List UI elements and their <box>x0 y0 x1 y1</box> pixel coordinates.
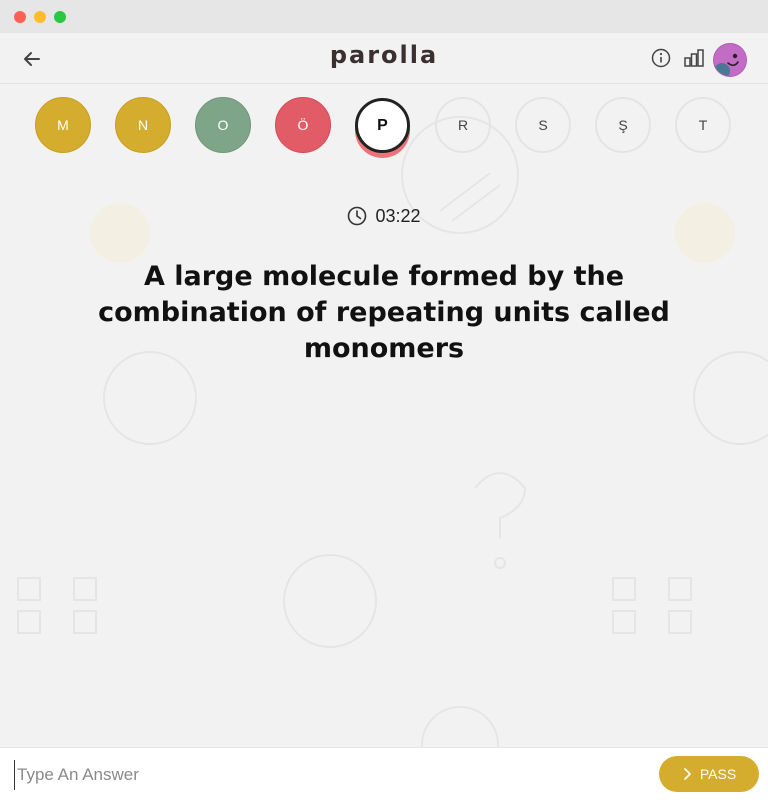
letter-o[interactable]: O <box>195 97 251 153</box>
title-bar <box>0 0 768 33</box>
letter-label: Ş <box>618 117 628 133</box>
clock-icon <box>348 206 367 226</box>
minimize-window-button[interactable] <box>34 11 46 23</box>
close-window-button[interactable] <box>14 11 26 23</box>
letter-label: O <box>217 117 229 133</box>
timer-value: 03:22 <box>375 205 421 226</box>
letter-o-umlaut[interactable]: Ö <box>275 97 331 153</box>
countdown-timer: 03:22 <box>0 204 768 228</box>
letter-n[interactable]: N <box>115 97 171 153</box>
bar-chart-icon[interactable] <box>683 48 705 68</box>
letter-label: S <box>538 117 548 133</box>
answer-bar: PASS <box>0 747 768 800</box>
letter-label: T <box>698 117 708 133</box>
letter-s[interactable]: S <box>515 97 571 153</box>
question-text: A large molecule formed by the combinati… <box>98 261 670 364</box>
pass-button[interactable]: PASS <box>659 756 759 792</box>
letter-r[interactable]: R <box>435 97 491 153</box>
letter-label: Ö <box>297 117 309 133</box>
avatar-face-icon <box>714 44 746 76</box>
info-icon[interactable] <box>651 48 671 68</box>
letter-label: R <box>457 117 469 133</box>
user-avatar[interactable] <box>713 43 747 77</box>
chevron-right-icon <box>684 768 691 780</box>
letter-label: N <box>137 117 149 133</box>
letter-label: P <box>377 116 388 134</box>
letter-progress-row: M N O Ö P R S Ş T <box>0 97 768 167</box>
maximize-window-button[interactable] <box>54 11 66 23</box>
letter-p-current[interactable]: P <box>355 98 410 153</box>
answer-input[interactable] <box>14 760 619 790</box>
letter-t[interactable]: T <box>675 97 731 153</box>
letter-s-cedilla[interactable]: Ş <box>595 97 651 153</box>
letter-label: M <box>57 117 69 133</box>
app-window: parolla M N O Ö P R S Ş T 03:22 A large … <box>0 0 768 800</box>
pass-label: PASS <box>699 766 737 782</box>
letter-m[interactable]: M <box>35 97 91 153</box>
